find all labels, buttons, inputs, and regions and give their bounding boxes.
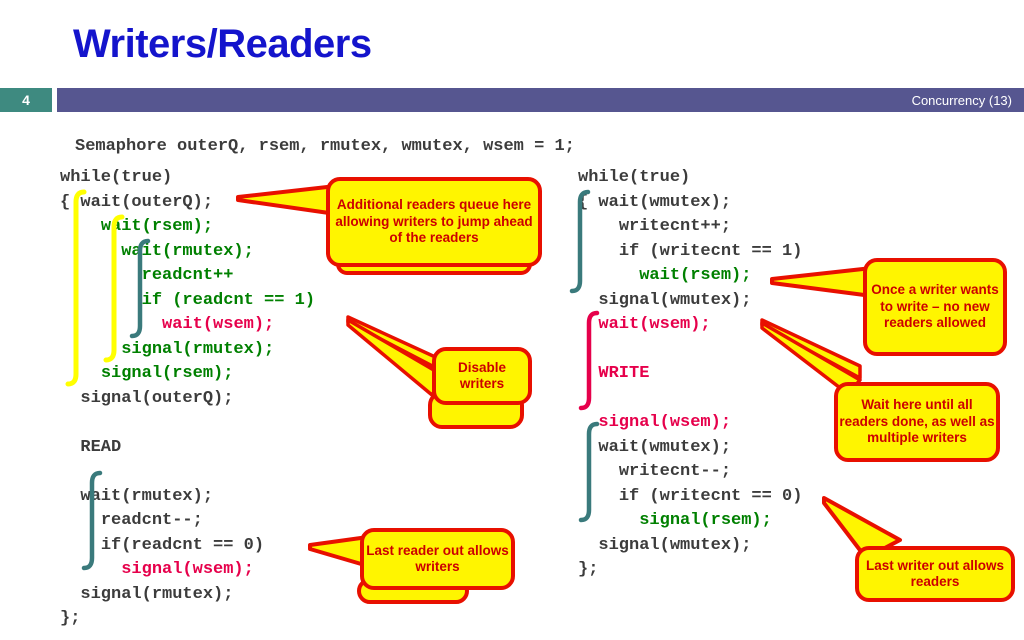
code-token: { xyxy=(60,192,81,212)
code-token: readcnt--; xyxy=(100,511,203,530)
code-token: signal(outerQ); xyxy=(80,388,234,408)
writer-code-line: writecnt--; xyxy=(578,460,802,485)
wait-here-until-callout: Wait here until all readers done, as wel… xyxy=(834,382,1000,462)
code-token: if (writecnt == 0) xyxy=(618,486,803,506)
reader-code-line: { wait(outerQ); xyxy=(60,191,315,216)
footer-course-label: Concurrency (13) xyxy=(911,92,1012,108)
code-token: signal(rmutex); xyxy=(80,584,234,604)
code-token: signal(rmutex); xyxy=(121,339,275,359)
writer-code-line: signal(wsem); xyxy=(578,411,802,436)
last-reader-out-callout: Last reader out allows writers xyxy=(360,528,515,590)
code-token: signal(wmutex); xyxy=(598,535,752,555)
reader-code-line: wait(rmutex); xyxy=(60,485,315,510)
page-number-badge: 4 xyxy=(0,88,52,112)
code-token: writecnt--; xyxy=(618,462,732,481)
reader-code-line: readcnt--; xyxy=(60,509,315,534)
code-token: while(true) xyxy=(60,168,173,187)
pointer-disable-writers-b xyxy=(346,318,446,397)
writer-code-line: signal(wmutex); xyxy=(578,289,802,314)
slide-canvas: Writers/Readers 4 Concurrency (13) Semap… xyxy=(0,0,1024,640)
code-token: }; xyxy=(60,609,81,628)
code-token: signal(wsem); xyxy=(121,560,254,579)
writer-code-line: wait(rsem); xyxy=(578,264,802,289)
code-token: WRITE xyxy=(598,364,650,383)
last-writer-out-callout: Last writer out allows readers xyxy=(855,546,1015,602)
reader-code-line xyxy=(60,411,315,436)
header-bar: Concurrency (13) xyxy=(57,88,1024,112)
code-token: signal(rsem); xyxy=(100,364,234,383)
reader-code-block: while(true) { wait(outerQ); wait(rsem); w… xyxy=(60,166,315,632)
code-token: wait(rmutex); xyxy=(80,486,214,506)
writer-code-line: { wait(wmutex); xyxy=(578,191,802,216)
code-token: while(true) xyxy=(578,168,691,187)
reader-code-line: readcnt++ xyxy=(60,264,315,289)
writer-code-line: writecnt++; xyxy=(578,215,802,240)
code-token: wait(outerQ); xyxy=(80,192,214,212)
code-token: wait(rsem); xyxy=(100,217,214,236)
code-token: }; xyxy=(578,560,599,579)
code-token: { wait(wmutex); xyxy=(578,192,732,212)
code-token: wait(wmutex); xyxy=(598,437,732,457)
reader-code-line: signal(outerQ); xyxy=(60,387,315,412)
pointer-disable-writers-a xyxy=(346,315,446,374)
writer-code-block: while(true) { wait(wmutex); writecnt++; i… xyxy=(578,166,802,583)
reader-code-line: signal(wsem); xyxy=(60,558,315,583)
code-token: wait(rmutex); xyxy=(121,241,254,261)
code-token: writecnt++; xyxy=(618,217,732,236)
reader-code-line: if (readcnt == 1) xyxy=(60,289,315,314)
code-token: signal(wmutex); xyxy=(598,290,752,310)
reader-code-line: wait(wsem); xyxy=(60,313,315,338)
code-token: wait(rsem); xyxy=(639,266,752,285)
code-token: if (writecnt == 1) xyxy=(618,241,803,261)
reader-code-line xyxy=(60,460,315,485)
reader-code-line: READ xyxy=(60,436,315,461)
reader-code-line: signal(rmutex); xyxy=(60,338,315,363)
page-title: Writers/Readers xyxy=(73,22,372,66)
reader-code-line: signal(rsem); xyxy=(60,362,315,387)
reader-code-line: if(readcnt == 0) xyxy=(60,534,315,559)
writer-code-line: signal(rsem); xyxy=(578,509,802,534)
once-a-writer-callout: Once a writer wants to write – no new re… xyxy=(863,258,1007,356)
writer-code-line: if (writecnt == 1) xyxy=(578,240,803,265)
readers-queue-callout: Additional readers queue here allowing w… xyxy=(326,177,542,267)
writer-code-line: signal(wmutex); xyxy=(578,534,802,559)
code-token: READ xyxy=(80,437,122,457)
writer-code-line: WRITE xyxy=(578,362,802,387)
writer-code-line: }; xyxy=(578,558,802,583)
writer-code-line: wait(wmutex); xyxy=(578,436,802,461)
writer-code-line: while(true) xyxy=(578,166,802,191)
code-token: wait(wsem); xyxy=(598,315,711,334)
writer-code-line xyxy=(578,387,802,412)
code-token: if (readcnt == 1) xyxy=(141,290,316,310)
reader-code-line: }; xyxy=(60,607,315,632)
reader-code-line: wait(rmutex); xyxy=(60,240,315,265)
reader-code-line: wait(rsem); xyxy=(60,215,315,240)
reader-code-line: signal(rmutex); xyxy=(60,583,315,608)
writer-code-line: if (writecnt == 0) xyxy=(578,485,803,510)
code-token: signal(wsem); xyxy=(598,413,732,432)
code-token: signal(rsem); xyxy=(639,511,772,530)
code-token: readcnt++ xyxy=(141,266,234,285)
writer-code-line: wait(wsem); xyxy=(578,313,802,338)
code-token: wait(wsem); xyxy=(162,315,275,334)
semaphore-declaration: Semaphore outerQ, rsem, rmutex, wmutex, … xyxy=(75,137,575,156)
reader-code-line: while(true) xyxy=(60,166,315,191)
disable-writers-callout: Disable writers xyxy=(432,347,532,405)
code-token: if(readcnt == 0) xyxy=(100,535,265,555)
writer-code-line xyxy=(578,338,802,363)
